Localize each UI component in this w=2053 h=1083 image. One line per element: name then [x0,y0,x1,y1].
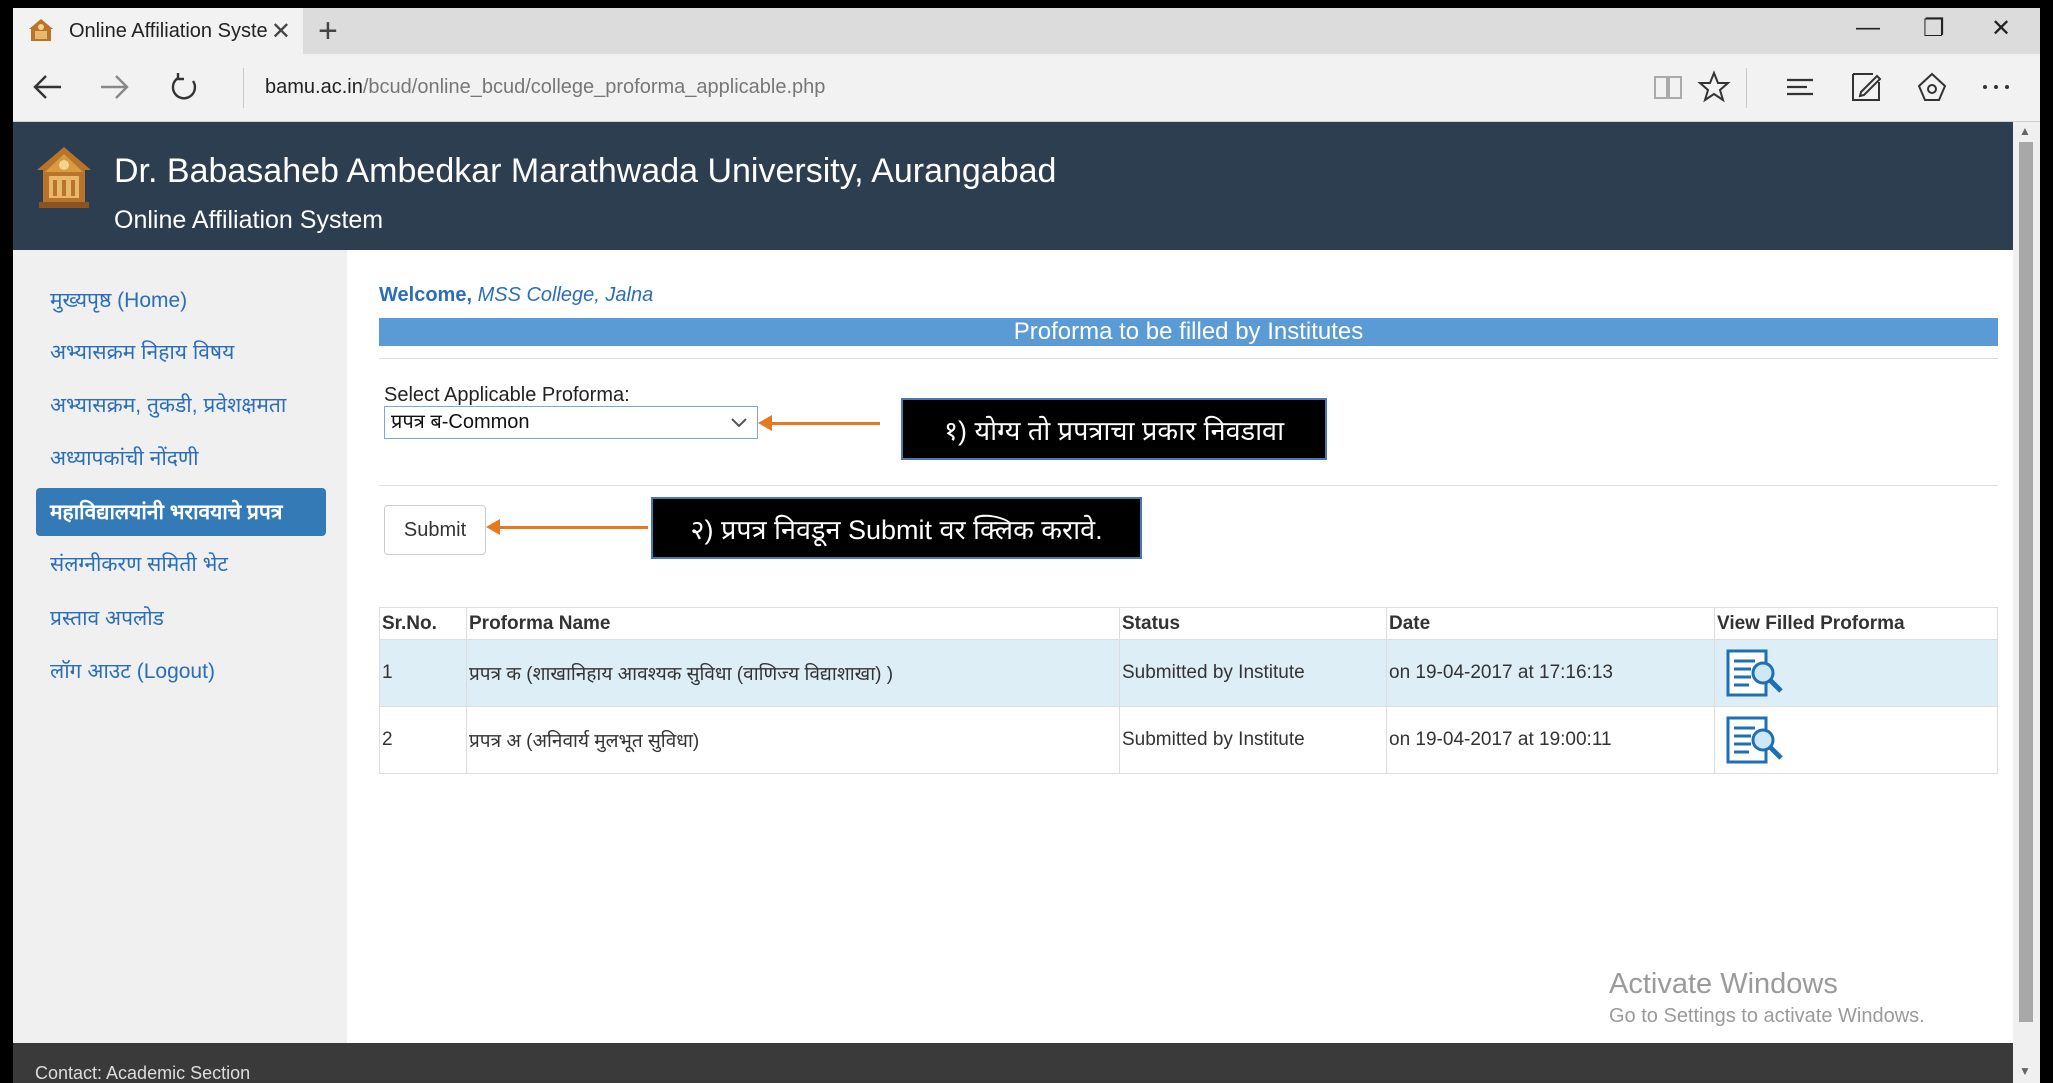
address-bar: bamu.ac.in/bcud/online_bcud/college_prof… [13,54,2040,122]
maximize-button[interactable]: ❐ [1923,14,1945,43]
sidebar: मुख्यपृष्ठ (Home) अभ्यासक्रम निहाय विषय … [13,250,347,1043]
sidebar-item-home[interactable]: मुख्यपृष्ठ (Home) [36,276,326,324]
sidebar-item-committee-visit[interactable]: संलग्नीकरण समिती भेट [36,540,326,588]
toolbar-separator [1746,68,1747,108]
scrollbar-thumb[interactable] [2019,142,2033,1022]
close-window-button[interactable]: ✕ [1991,14,2011,43]
web-page: Dr. Babasaheb Ambedkar Marathwada Univer… [13,122,2013,1083]
row-status: Submitted by Institute [1119,639,1387,707]
refresh-icon[interactable] [168,72,200,104]
url-path: /bcud/online_bcud/college_proforma_appli… [362,76,826,98]
sidebar-item-teacher-registration[interactable]: अध्यापकांची नोंदणी [36,434,326,482]
callout-arrow-1 [758,415,880,431]
table-header-row: Sr.No. Proforma Name Status Date View Fi… [379,607,1998,640]
sidebar-item-course-subjects[interactable]: अभ्यासक्रम निहाय विषय [36,328,326,376]
divider [379,485,1998,486]
header-date: Date [1386,607,1715,640]
row-sr: 1 [379,639,467,707]
sidebar-item-course-intake[interactable]: अभ्यासक्रम, तुकडी, प्रवेशक्षमता [36,381,326,429]
site-footer: Contact: Academic Section [13,1043,2013,1083]
view-document-icon[interactable] [1725,715,1785,765]
table-row: 1 प्रपत्र क (शाखानिहाय आवश्यक सुविधा (वा… [379,639,1998,707]
favorites-star-icon[interactable] [1697,70,1731,104]
header-proforma-name: Proforma Name [466,607,1120,640]
row-status: Submitted by Institute [1119,706,1387,774]
row-sr: 2 [379,706,467,774]
callout-arrow-2 [486,519,648,535]
activate-windows-watermark: Activate Windows Go to Settings to activ… [1609,968,1925,1028]
table-row: 2 प्रपत्र अ (अनिवार्य मुलभूत सुविधा) Sub… [379,706,1998,774]
browser-tab[interactable]: Online Affiliation System ✕ [13,8,303,54]
reading-view-icon[interactable] [1651,70,1685,104]
divider [379,358,1998,359]
watermark-line-1: Activate Windows [1609,968,1838,1000]
section-title: Proforma to be filled by Institutes [379,318,1998,346]
more-icon[interactable] [1979,70,2013,104]
university-title: Dr. Babasaheb Ambedkar Marathwada Univer… [114,152,1057,190]
proforma-select[interactable]: प्रपत्र ब-Common [384,406,758,439]
callout-select-proforma: १) योग्य तो प्रपत्राचा प्रकार निवडावा [901,398,1327,460]
welcome-label: Welcome, [379,284,472,306]
sidebar-item-proposal-upload[interactable]: प्रस्ताव अपलोड [36,594,326,642]
college-name: MSS College, Jalna [477,284,654,306]
forward-icon[interactable] [97,72,131,102]
chevron-down-icon [731,418,747,428]
row-proforma-name: प्रपत्र क (शाखानिहाय आवश्यक सुविधा (वाणि… [466,639,1120,707]
proforma-select-value: प्रपत्र ब-Common [391,411,530,433]
proforma-table: Sr.No. Proforma Name Status Date View Fi… [379,607,1998,774]
url-separator [243,68,244,108]
row-view [1714,706,1998,774]
row-date: on 19-04-2017 at 17:16:13 [1386,639,1715,707]
minimize-button[interactable]: — [1856,14,1880,42]
university-logo-icon [37,147,91,208]
row-proforma-name: प्रपत्र अ (अनिवार्य मुलभूत सुविधा) [466,706,1120,774]
sidebar-item-college-proforma[interactable]: महाविद्यालयांनी भरावयाचे प्रपत्र [36,488,326,536]
tab-title: Online Affiliation System [69,19,269,42]
header-status: Status [1119,607,1387,640]
row-view [1714,639,1998,707]
scroll-up-icon[interactable]: ▲ [2019,124,2031,138]
web-note-icon[interactable] [1849,70,1883,104]
site-header: Dr. Babasaheb Ambedkar Marathwada Univer… [13,122,2013,250]
tab-bar: Online Affiliation System ✕ + — ❐ ✕ [13,8,2040,54]
tab-close-icon[interactable]: ✕ [271,17,291,46]
sidebar-item-logout[interactable]: लॉग आउट (Logout) [36,647,326,695]
watermark-line-2: Go to Settings to activate Windows. [1609,1005,1925,1027]
hub-icon[interactable] [1783,70,1817,104]
university-logo-icon [29,19,53,41]
url-field[interactable]: bamu.ac.in/bcud/online_bcud/college_prof… [265,76,825,99]
callout-click-submit: २) प्रपत्र निवडून Submit वर क्लिक करावे. [651,497,1142,559]
submit-button[interactable]: Submit [384,505,486,555]
header-sr-no: Sr.No. [379,607,467,640]
view-document-icon[interactable] [1725,648,1785,698]
url-domain: bamu.ac.in [265,76,363,98]
vertical-scrollbar[interactable]: ▲ ▼ [2013,122,2040,1083]
new-tab-button[interactable]: + [318,12,338,51]
browser-window: Online Affiliation System ✕ + — ❐ ✕ bamu… [13,8,2040,1083]
row-date: on 19-04-2017 at 19:00:11 [1386,706,1715,774]
header-view-filled: View Filled Proforma [1714,607,1998,640]
scroll-down-icon[interactable]: ▼ [2019,1064,2031,1078]
back-icon[interactable] [31,72,65,102]
share-icon[interactable] [1915,70,1949,104]
system-subtitle: Online Affiliation System [114,206,384,234]
proforma-select-label: Select Applicable Proforma: [384,384,630,406]
welcome-message: Welcome, MSS College, Jalna [379,284,653,307]
